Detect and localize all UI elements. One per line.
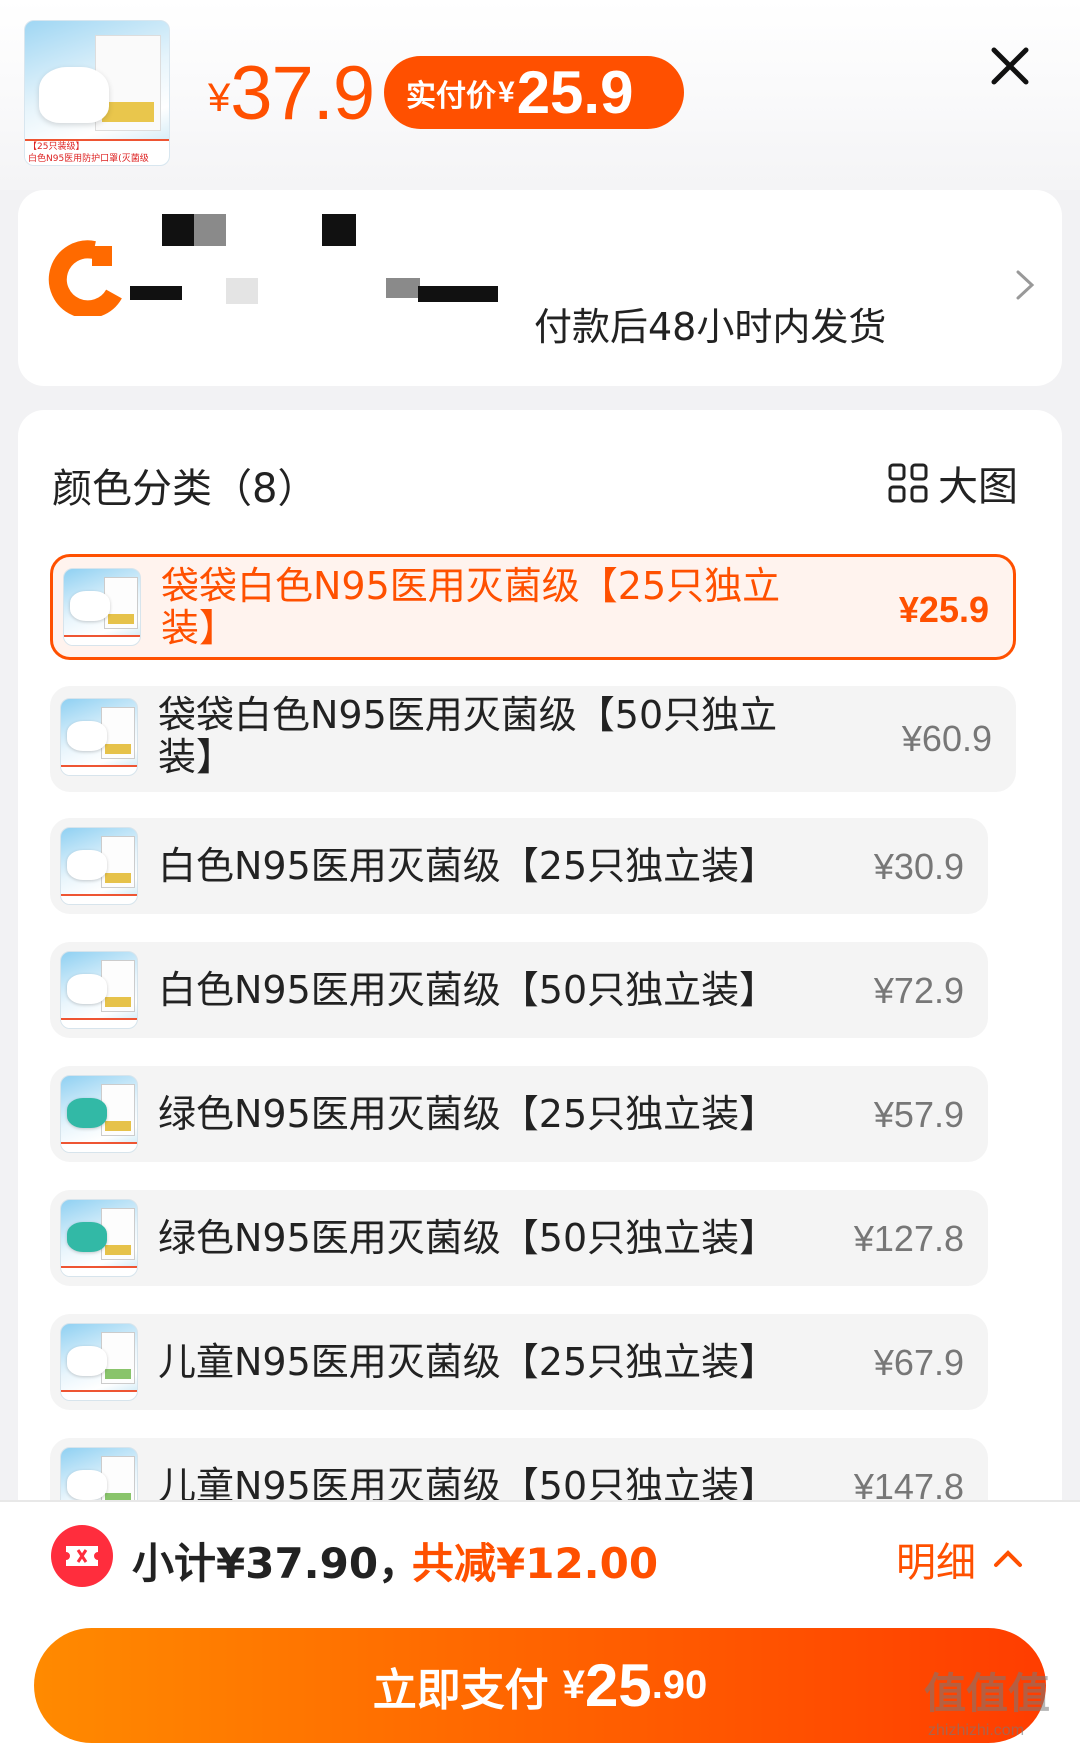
variant-thumbnail xyxy=(60,827,138,905)
product-thumbnail[interactable]: 【25只装级】 白色N95医用防护口罩(灭菌级 xyxy=(24,20,170,166)
pay-now-decimal: .90 xyxy=(651,1663,708,1707)
price-currency: ¥ xyxy=(208,76,231,120)
variant-option[interactable]: 绿色N95医用灭菌级【50只独立装】 ¥127.8 xyxy=(50,1190,988,1286)
variant-title: 颜色分类（8） xyxy=(52,466,318,512)
variant-name: 袋袋白色N95医用灭菌级【50只独立装】 xyxy=(158,693,778,779)
variant-name: 绿色N95医用灭菌级【50只独立装】 xyxy=(158,1216,778,1260)
watermark-logo: 值值值 xyxy=(924,1669,1051,1718)
detail-label: 明细 xyxy=(896,1540,976,1586)
delivery-text: 付款后48小时内发货 xyxy=(534,305,887,349)
variant-price: ¥72.9 xyxy=(873,970,964,1011)
variant-name: 白色N95医用灭菌级【50只独立装】 xyxy=(158,968,778,1012)
watermark-url: zhizhizhi.com xyxy=(928,1722,1025,1739)
actual-pay-price: 25.9 xyxy=(516,59,634,126)
variant-price: ¥25.9 xyxy=(898,589,989,630)
redacted-block xyxy=(386,278,420,298)
thumbnail-caption-line2: 白色N95医用防护口罩(灭菌级 xyxy=(28,154,149,164)
detail-toggle[interactable]: 明细 xyxy=(896,1530,1024,1588)
actual-pay-badge: 实付价 ¥ 25.9 xyxy=(384,56,684,129)
variant-price: ¥30.9 xyxy=(873,846,964,887)
pay-now-currency: ¥ xyxy=(562,1663,585,1707)
variant-thumbnail xyxy=(60,1075,138,1153)
coupon-icon xyxy=(51,1525,113,1587)
redacted-block xyxy=(226,278,258,304)
variant-name: 绿色N95医用灭菌级【25只独立装】 xyxy=(158,1092,778,1136)
pay-now-label: 立即支付 xyxy=(372,1664,549,1716)
actual-pay-currency: ¥ xyxy=(498,75,515,109)
mask-image xyxy=(39,67,109,123)
big-image-label: 大图 xyxy=(938,464,1018,510)
discount-total: 共减¥12.00 xyxy=(412,1539,659,1588)
variant-option[interactable]: 绿色N95医用灭菌级【25只独立装】 ¥57.9 xyxy=(50,1066,988,1162)
variant-option[interactable]: 袋袋白色N95医用灭菌级【25只独立装】 ¥25.9 xyxy=(50,554,1016,660)
redacted-block xyxy=(162,214,194,246)
checkout-bar: 小计¥37.90， 共减¥12.00 明细 立即支付 ¥ 25 .90 值值值 … xyxy=(0,1500,1080,1751)
variant-thumbnail xyxy=(60,1199,138,1277)
redacted-block xyxy=(322,214,356,246)
sku-header: 【25只装级】 白色N95医用防护口罩(灭菌级 ¥37.9 实付价 ¥ 25.9 xyxy=(0,0,1080,190)
close-icon[interactable] xyxy=(986,42,1034,90)
pay-now-integer: 25 xyxy=(584,1652,652,1719)
pay-now-button[interactable]: 立即支付 ¥ 25 .90 xyxy=(34,1628,1046,1743)
shipping-icon xyxy=(48,240,122,316)
thumbnail-caption-line1: 【25只装级】 xyxy=(28,142,85,152)
variant-price: ¥67.9 xyxy=(873,1342,964,1383)
divider xyxy=(0,1500,1080,1502)
redacted-block xyxy=(194,214,226,246)
variant-thumbnail xyxy=(60,951,138,1029)
variant-option[interactable]: 袋袋白色N95医用灭菌级【50只独立装】 ¥60.9 xyxy=(50,686,1016,792)
variant-thumbnail xyxy=(60,698,138,776)
variant-price: ¥127.8 xyxy=(853,1218,964,1259)
variant-thumbnail xyxy=(63,568,141,646)
variant-panel: 颜色分类（8） 大图 袋袋白色N95医用灭菌级【25只独立装】 ¥25.9 袋袋… xyxy=(18,410,1062,1510)
variant-name: 袋袋白色N95医用灭菌级【25只独立装】 xyxy=(161,564,781,650)
delivery-card[interactable]: 付款后48小时内发货 xyxy=(18,190,1062,386)
chevron-right-icon[interactable] xyxy=(1008,260,1044,310)
actual-pay-label: 实付价 xyxy=(406,79,496,113)
variant-option[interactable]: 儿童N95医用灭菌级【25只独立装】 ¥67.9 xyxy=(50,1314,988,1410)
variant-name: 白色N95医用灭菌级【25只独立装】 xyxy=(158,844,778,888)
current-price: ¥37.9 xyxy=(208,50,375,137)
redacted-block xyxy=(418,286,498,302)
variant-name: 儿童N95医用灭菌级【25只独立装】 xyxy=(158,1340,778,1384)
variant-thumbnail xyxy=(60,1323,138,1401)
variant-option[interactable]: 白色N95医用灭菌级【25只独立装】 ¥30.9 xyxy=(50,818,988,914)
subtotal: 小计¥37.90， xyxy=(132,1539,421,1588)
chevron-up-icon xyxy=(994,1550,1022,1567)
big-image-toggle[interactable]: 大图 xyxy=(886,454,1018,512)
price-value: 37.9 xyxy=(230,51,375,136)
redacted-block xyxy=(130,286,182,300)
variant-price: ¥60.9 xyxy=(901,718,992,759)
thumbnail-caption: 【25只装级】 白色N95医用防护口罩(灭菌级 xyxy=(25,139,169,165)
grid-icon xyxy=(888,463,928,503)
variant-price: ¥57.9 xyxy=(873,1094,964,1135)
variant-option[interactable]: 白色N95医用灭菌级【50只独立装】 ¥72.9 xyxy=(50,942,988,1038)
